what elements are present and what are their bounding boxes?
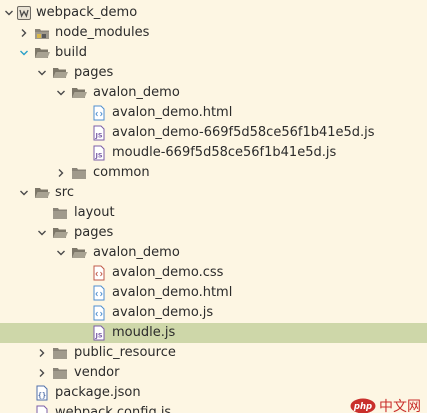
chevron-down-icon[interactable]	[17, 43, 31, 63]
tree-row-label: avalon_demo.js	[112, 305, 214, 320]
tree-row-label: avalon_demo	[93, 85, 180, 100]
folder-icon	[52, 205, 68, 221]
js-file-icon: JS	[91, 325, 107, 341]
tree-row-label: moudle-669f5d58ce56f1b41e5d.js	[112, 145, 337, 160]
tree-row-label: avalon_demo.css	[112, 265, 224, 280]
chevron-right-icon[interactable]	[35, 363, 49, 383]
css-file-icon	[91, 265, 107, 281]
project-icon	[16, 5, 32, 21]
tree-row-label: moudle.js	[112, 325, 176, 340]
tree-row-label: avalon_demo	[93, 245, 180, 260]
folder-open-icon	[52, 65, 68, 81]
tree-row-label: avalon_demo.html	[112, 105, 233, 120]
js-file-icon: JS	[91, 125, 107, 141]
tree-row-pages[interactable]: pages	[0, 223, 427, 243]
tree-row-moudle-bundle-js[interactable]: JS moudle-669f5d58ce56f1b41e5d.js	[0, 143, 427, 163]
tree-row-avalon-demo-bundle-js[interactable]: JS avalon_demo-669f5d58ce56f1b41e5d.js	[0, 123, 427, 143]
folder-open-icon	[34, 185, 50, 201]
svg-text:{}: {}	[38, 392, 46, 400]
tree-row-avalon-demo-html[interactable]: avalon_demo.html	[0, 283, 427, 303]
chevron-down-icon[interactable]	[35, 63, 49, 83]
js-file-icon: JS	[34, 405, 50, 413]
php-logo-icon: php	[350, 398, 376, 413]
tree-row-layout[interactable]: layout	[0, 203, 427, 223]
tree-row-label: webpack_demo	[36, 5, 138, 20]
tree-row-avalon-demo[interactable]: avalon_demo	[0, 83, 427, 103]
tree-row-label: webpack.config.js	[55, 405, 172, 413]
chevron-right-icon[interactable]	[35, 343, 49, 363]
tree-row-avalon-demo-css[interactable]: avalon_demo.css	[0, 263, 427, 283]
folder-icon	[52, 345, 68, 361]
tree-row-label: pages	[74, 225, 114, 240]
project-explorer-tree: webpack_demo node_modules build pages av…	[0, 0, 427, 413]
php-cn-watermark: php 中文网	[350, 397, 421, 413]
svg-text:JS: JS	[94, 152, 102, 160]
tree-row-pages[interactable]: pages	[0, 63, 427, 83]
chevron-down-icon[interactable]	[35, 223, 49, 243]
tree-row-label: layout	[74, 205, 115, 220]
folder-icon	[52, 365, 68, 381]
tree-row-label: avalon_demo-669f5d58ce56f1b41e5d.js	[112, 125, 375, 140]
chevron-down-icon[interactable]	[17, 183, 31, 203]
chevron-down-icon[interactable]	[54, 83, 68, 103]
tree-row-label: common	[93, 165, 150, 180]
html-file-icon	[91, 305, 107, 321]
tree-row-webpack-demo[interactable]: webpack_demo	[0, 3, 427, 23]
folder-icon	[71, 165, 87, 181]
tree-row-common[interactable]: common	[0, 163, 427, 183]
tree-row-avalon-demo-html[interactable]: avalon_demo.html	[0, 103, 427, 123]
js-file-icon: JS	[91, 145, 107, 161]
tree-row-label: package.json	[55, 385, 141, 400]
folder-open-icon	[71, 85, 87, 101]
tree-row-label: public_resource	[74, 345, 176, 360]
tree-row-label: build	[55, 45, 87, 60]
tree-row-label: pages	[74, 65, 114, 80]
tree-row-label: vendor	[74, 365, 120, 380]
tree-row-avalon-demo-js[interactable]: avalon_demo.js	[0, 303, 427, 323]
tree-row-build[interactable]: build	[0, 43, 427, 63]
chevron-right-icon[interactable]	[54, 163, 68, 183]
svg-text:JS: JS	[94, 332, 102, 340]
svg-text:JS: JS	[94, 132, 102, 140]
tree-row-node-modules[interactable]: node_modules	[0, 23, 427, 43]
tree-row-public-resource[interactable]: public_resource	[0, 343, 427, 363]
html-file-icon	[91, 285, 107, 301]
tree-row-vendor[interactable]: vendor	[0, 363, 427, 383]
chevron-down-icon[interactable]	[2, 3, 16, 23]
watermark-text: 中文网	[379, 399, 421, 413]
tree-row-moudle-js[interactable]: JS moudle.js	[0, 323, 427, 343]
folder-open-icon	[71, 245, 87, 261]
folder-library-icon	[34, 25, 50, 41]
tree-row-label: avalon_demo.html	[112, 285, 233, 300]
tree-row-label: node_modules	[55, 25, 150, 40]
folder-open-icon	[34, 45, 50, 61]
chevron-right-icon[interactable]	[17, 23, 31, 43]
tree-row-avalon-demo[interactable]: avalon_demo	[0, 243, 427, 263]
html-file-icon	[91, 105, 107, 121]
tree-row-label: src	[55, 185, 74, 200]
tree-row-src[interactable]: src	[0, 183, 427, 203]
json-file-icon: {}	[34, 385, 50, 401]
svg-text:php: php	[353, 402, 372, 412]
folder-open-icon	[52, 225, 68, 241]
chevron-down-icon[interactable]	[54, 243, 68, 263]
